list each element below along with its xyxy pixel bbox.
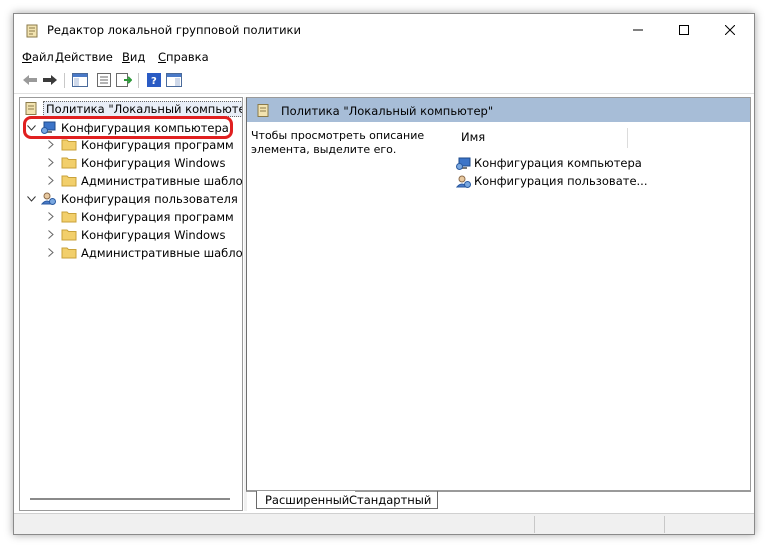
menu-file[interactable]: Файл [22, 50, 54, 64]
details-description: Чтобы просмотреть описание элемента, выд… [251, 129, 425, 156]
console-tree[interactable]: Политика "Локальный компьютер" Конфигура… [19, 97, 243, 511]
menu-view[interactable]: Вид [122, 50, 145, 64]
tree-item-computer-config[interactable]: Конфигурация компьютера [25, 119, 229, 136]
minimize-button[interactable] [615, 14, 661, 46]
status-bar [14, 513, 754, 534]
chevron-right-icon[interactable] [45, 229, 57, 241]
forward-arrow-icon [43, 75, 57, 85]
folder-icon [61, 138, 77, 151]
list-item-label: Конфигурация пользовате... [474, 174, 648, 188]
computer-config-icon [456, 156, 472, 170]
tree-item-label: Административные шаблоны [81, 245, 243, 260]
export-list-button[interactable] [114, 71, 134, 89]
details-header: Политика "Локальный компьютер" [247, 98, 750, 122]
folder-icon [61, 174, 77, 187]
tree-item-user-windows-settings[interactable]: Конфигурация Windows [45, 226, 225, 243]
policy-document-icon [23, 102, 39, 115]
policy-document-icon [257, 104, 269, 120]
tree-item-software-settings[interactable]: Конфигурация программ [45, 136, 234, 153]
window-title: Редактор локальной групповой политики [47, 23, 301, 37]
details-pane: Политика "Локальный компьютер" Чтобы про… [246, 97, 751, 491]
svg-text:?: ? [151, 76, 157, 87]
toolbar-separator [64, 73, 65, 88]
tree-item-user-config[interactable]: Конфигурация пользователя [25, 190, 238, 207]
computer-config-icon [41, 121, 57, 134]
policy-editor-icon [26, 24, 38, 38]
list-item-user-config[interactable]: Конфигурация пользовате... [456, 172, 648, 190]
tree-item-label: Конфигурация пользователя [61, 191, 238, 206]
folder-icon [61, 210, 77, 223]
tree-item-label: Конфигурация Windows [81, 155, 226, 170]
status-cell [664, 516, 754, 533]
details-header-title: Политика "Локальный компьютер" [281, 104, 494, 118]
close-icon [725, 25, 735, 35]
chevron-down-icon[interactable] [25, 193, 37, 205]
help-button[interactable]: ? [144, 71, 164, 89]
tab-standard[interactable]: Стандартный [341, 491, 439, 509]
back-arrow-icon [23, 75, 37, 85]
user-config-icon [456, 174, 472, 188]
maximize-icon [679, 25, 689, 35]
list-item-label: Конфигурация компьютера [474, 156, 642, 170]
chevron-right-icon[interactable] [45, 175, 57, 187]
status-cell [534, 516, 664, 533]
export-list-icon [116, 73, 132, 87]
tree-item-user-admin-templates[interactable]: Административные шаблоны [45, 244, 243, 261]
show-hide-tree-button[interactable] [70, 71, 90, 89]
show-hide-tree-icon [72, 73, 88, 87]
tree-item-label: Конфигурация Windows [81, 227, 226, 242]
tree-item-user-software-settings[interactable]: Конфигурация программ [45, 208, 234, 225]
chevron-right-icon[interactable] [45, 139, 57, 151]
folder-icon [61, 246, 77, 259]
list-item-computer-config[interactable]: Конфигурация компьютера [456, 154, 642, 172]
chevron-right-icon[interactable] [45, 157, 57, 169]
view-tabs: Расширенный Стандартный [246, 491, 751, 511]
back-button[interactable] [20, 71, 40, 89]
menu-action[interactable]: Действие [55, 50, 113, 64]
app-window: Редактор локальной групповой политики Фа… [13, 13, 755, 535]
tree-root-label: Политика "Локальный компьютер" [43, 100, 242, 117]
chevron-right-icon[interactable] [45, 247, 57, 259]
tree-item-windows-settings[interactable]: Конфигурация Windows [45, 154, 225, 171]
minimize-icon [633, 29, 643, 31]
forward-button[interactable] [40, 71, 60, 89]
properties-icon [97, 73, 111, 87]
chevron-down-icon[interactable] [25, 122, 37, 134]
column-header-name[interactable]: Имя [458, 128, 628, 148]
maximize-button[interactable] [661, 14, 707, 46]
chevron-right-icon[interactable] [45, 211, 57, 223]
tree-item-label: Конфигурация программ [81, 209, 234, 224]
toolbar-separator [138, 73, 139, 88]
tree-item-admin-templates[interactable]: Административные шаблоны [45, 172, 243, 189]
tree-item-label: Конфигурация программ [81, 137, 234, 152]
title-bar[interactable]: Редактор локальной групповой политики [14, 14, 754, 46]
properties-button[interactable] [94, 71, 114, 89]
menu-bar: Файл Действие Вид Справка [14, 46, 754, 67]
user-config-icon [41, 192, 57, 205]
show-hide-action-pane-icon [166, 73, 182, 87]
menu-help[interactable]: Справка [158, 50, 209, 64]
tree-horizontal-scrollbar[interactable] [30, 498, 230, 500]
help-icon: ? [147, 73, 161, 87]
show-hide-action-pane-button[interactable] [164, 71, 184, 89]
folder-icon [61, 228, 77, 241]
folder-icon [61, 156, 77, 169]
close-button[interactable] [707, 14, 753, 46]
tree-item-label: Административные шаблоны [81, 173, 243, 188]
tree-item-label: Конфигурация компьютера [61, 120, 229, 135]
toolbar: ? [14, 67, 754, 94]
tree-root-item[interactable]: Политика "Локальный компьютер" [23, 100, 242, 117]
